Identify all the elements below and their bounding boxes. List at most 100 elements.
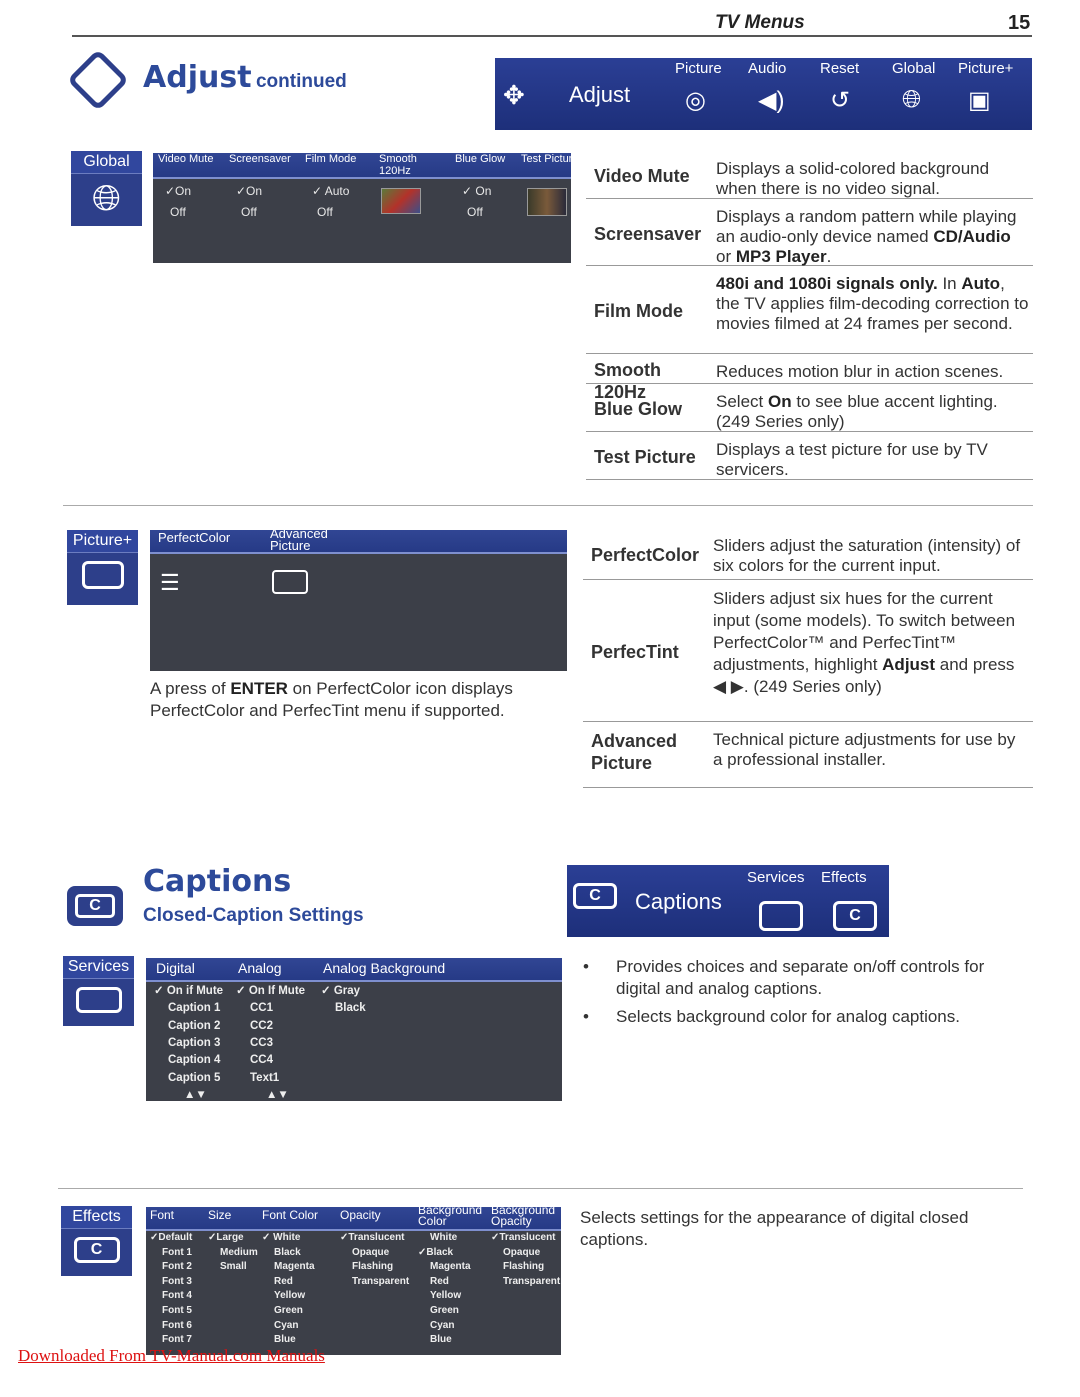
option[interactable]: Flashing — [503, 1260, 544, 1275]
column-header[interactable]: Background Opacity — [491, 1204, 561, 1227]
tab-reset[interactable]: Reset — [820, 60, 859, 77]
tab-picture-plus[interactable]: Picture+ — [958, 60, 1013, 77]
tab-services[interactable]: Services — [747, 869, 805, 886]
option[interactable]: Caption 1 — [168, 1001, 220, 1016]
tab-picture[interactable]: Picture — [675, 60, 722, 77]
row-description: 480i and 1080i signals only. In Auto, th… — [716, 274, 1029, 334]
column-header[interactable]: Analog — [238, 960, 282, 976]
global-icon[interactable]: 🌐︎ — [902, 86, 921, 114]
download-source-link[interactable]: Downloaded From TV-Manual.com Manuals — [18, 1346, 325, 1366]
option[interactable]: ✓On — [165, 181, 191, 201]
column-header[interactable]: Opacity — [340, 1209, 410, 1221]
column-header[interactable]: Background Color — [418, 1204, 488, 1227]
option[interactable]: Font 1 — [162, 1246, 192, 1261]
option[interactable]: Yellow — [430, 1289, 461, 1304]
reset-icon[interactable]: ↺ — [830, 86, 850, 115]
column-header[interactable]: Film Mode — [305, 153, 365, 165]
table-row: Smooth 120Hz Reduces motion blur in actio… — [586, 356, 1033, 402]
column-header[interactable]: Test Picture — [521, 153, 581, 165]
row-label: Test Picture — [594, 447, 696, 467]
advanced-picture-icon[interactable] — [272, 570, 308, 594]
option[interactable]: Off — [467, 202, 483, 222]
option[interactable]: Yellow — [274, 1289, 305, 1304]
option[interactable]: Red — [274, 1275, 293, 1290]
option[interactable]: Font 2 — [162, 1260, 192, 1275]
pictureplus-table: PerfectColor Sliders adjust the saturatio… — [583, 530, 1033, 790]
column-perfectcolor[interactable]: PerfectColor — [158, 530, 230, 545]
perfectcolor-sliders-icon[interactable]: ☰ — [160, 570, 180, 596]
scroll-arrows-icon[interactable]: ▲▼ — [266, 1088, 289, 1103]
picture-icon[interactable]: ◎ — [685, 86, 706, 115]
running-header: TV Menus — [715, 12, 805, 33]
option[interactable]: Font 5 — [162, 1304, 192, 1319]
option[interactable]: Caption 4 — [168, 1053, 220, 1068]
option[interactable]: Magenta — [430, 1260, 471, 1275]
option[interactable]: Off — [241, 202, 257, 222]
text-segment: Sliders adjust the saturation (intensity… — [713, 536, 1021, 575]
option[interactable]: Off — [317, 202, 333, 222]
option[interactable]: ✓ On If Mute — [236, 984, 305, 999]
option[interactable]: Font 3 — [162, 1275, 192, 1290]
column-header[interactable]: Font Color — [262, 1209, 332, 1221]
option[interactable]: Green — [274, 1304, 303, 1319]
option[interactable]: Opaque — [352, 1246, 389, 1261]
option[interactable]: Transparent — [352, 1275, 409, 1290]
option[interactable]: Off — [170, 202, 186, 222]
tab-effects[interactable]: Effects — [821, 869, 867, 886]
column-header[interactable]: Video Mute — [158, 153, 218, 165]
option[interactable]: ✓ Gray — [321, 984, 360, 999]
option[interactable]: Small — [220, 1260, 247, 1275]
text-segment: Auto — [961, 274, 1001, 293]
option[interactable]: Text1 — [250, 1071, 279, 1086]
option[interactable]: ✓ On — [462, 181, 491, 201]
page-number: 15 — [1008, 12, 1031, 34]
tab-global[interactable]: Global — [892, 60, 935, 77]
option[interactable]: Font 6 — [162, 1319, 192, 1334]
option[interactable]: Flashing — [352, 1260, 393, 1275]
picture-plus-icon[interactable]: ▣ — [968, 86, 991, 115]
option[interactable]: Magenta — [274, 1260, 315, 1275]
row-label: Blue Glow — [594, 399, 683, 419]
row-label: PerfectColor — [591, 545, 700, 565]
option[interactable]: Caption 3 — [168, 1036, 220, 1051]
option[interactable]: CC1 — [250, 1001, 273, 1016]
option[interactable]: Cyan — [430, 1319, 454, 1334]
option[interactable]: Cyan — [274, 1319, 298, 1334]
option[interactable]: Opaque — [503, 1246, 540, 1261]
option[interactable]: Medium — [220, 1246, 258, 1261]
column-header[interactable]: Analog Background — [323, 960, 445, 976]
option[interactable]: ✓ On if Mute — [154, 984, 223, 999]
section-title-adjust: Adjust continued — [143, 60, 347, 95]
option[interactable]: ✓ White — [262, 1231, 300, 1246]
option[interactable]: ✓Translucent — [491, 1231, 556, 1246]
option[interactable]: White — [430, 1231, 457, 1246]
option[interactable]: CC3 — [250, 1036, 273, 1051]
option[interactable]: Caption 2 — [168, 1019, 220, 1034]
option[interactable]: Green — [430, 1304, 459, 1319]
tab-audio[interactable]: Audio — [748, 60, 786, 77]
effects-icon[interactable]: C — [833, 901, 877, 931]
column-header[interactable]: Blue Glow — [455, 153, 515, 165]
option[interactable]: ✓Black — [418, 1246, 453, 1261]
option[interactable]: ✓Translucent — [340, 1231, 405, 1246]
audio-icon[interactable]: ◀) — [758, 86, 784, 115]
option[interactable]: Black — [335, 1001, 366, 1016]
option[interactable]: Transparent — [503, 1275, 560, 1290]
option[interactable]: Caption 5 — [168, 1071, 220, 1086]
column-advanced-picture[interactable]: Advanced Picture — [270, 527, 350, 552]
option[interactable]: ✓Large — [208, 1231, 244, 1246]
option[interactable]: Font 4 — [162, 1289, 192, 1304]
option[interactable]: Blue — [430, 1333, 452, 1348]
option[interactable]: ✓ Auto — [312, 181, 349, 201]
option[interactable]: ✓On — [236, 181, 262, 201]
column-header[interactable]: Screensaver — [229, 153, 291, 165]
option[interactable]: CC4 — [250, 1053, 273, 1068]
option[interactable]: Black — [274, 1246, 301, 1261]
option[interactable]: CC2 — [250, 1019, 273, 1034]
option[interactable]: Red — [430, 1275, 449, 1290]
option[interactable]: ✓Default — [150, 1231, 192, 1246]
column-header[interactable]: Smooth 120Hz — [379, 153, 439, 177]
services-icon[interactable] — [759, 901, 803, 931]
column-header[interactable]: Digital — [156, 960, 195, 976]
scroll-arrows-icon[interactable]: ▲▼ — [184, 1088, 207, 1103]
